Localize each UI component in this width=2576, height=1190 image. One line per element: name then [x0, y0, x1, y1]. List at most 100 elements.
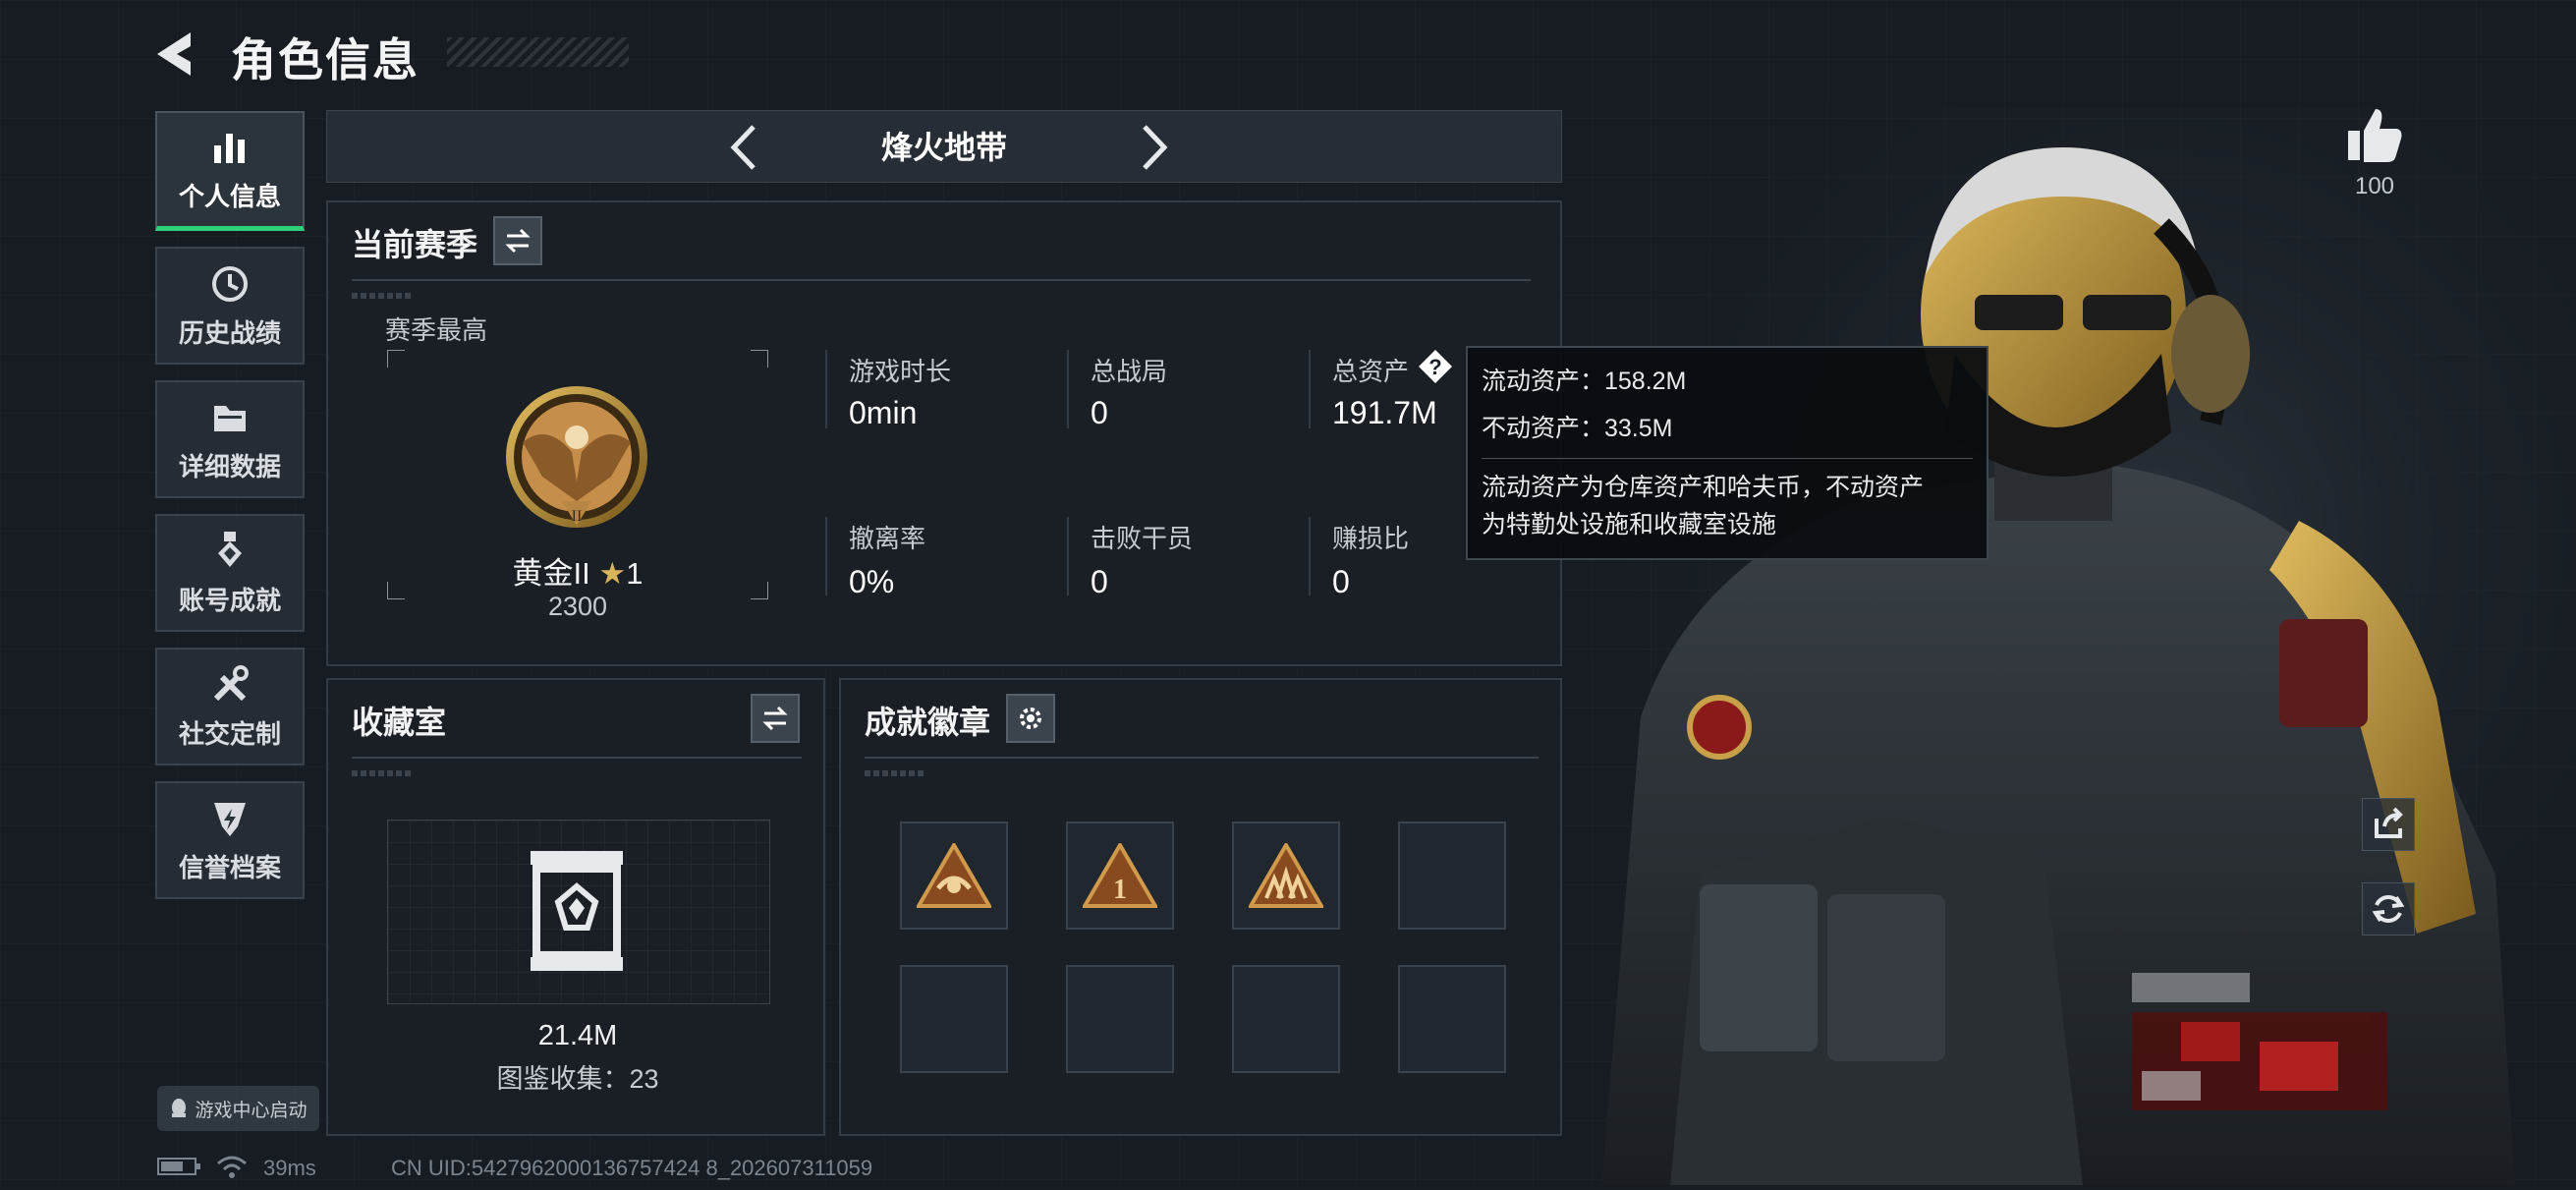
rank-name: 黄金II — [512, 556, 590, 591]
game-center-launch-label: 游戏中心启动 — [195, 1100, 308, 1121]
tools-icon — [213, 664, 249, 701]
divider — [352, 757, 802, 759]
help-button[interactable]: ? — [1417, 348, 1454, 385]
back-button[interactable] — [147, 25, 206, 84]
share-icon — [2375, 807, 2403, 838]
collection-title: 收藏室 — [352, 705, 447, 740]
sidebar-item-achievements[interactable]: 账号成就 — [155, 514, 305, 632]
svg-text:II: II — [572, 508, 583, 525]
share-button[interactable] — [2362, 798, 2415, 851]
asset-tooltip: 流动资产：158.2M 不动资产：33.5M 流动资产为仓库资产和哈夫币，不动资… — [1466, 346, 1988, 560]
stat-value: 0 — [1091, 395, 1108, 430]
display-case-icon — [523, 847, 631, 975]
sidebar-item-label: 信誉档案 — [178, 852, 281, 882]
refresh-button[interactable] — [2362, 882, 2415, 935]
current-season-panel: 当前赛季 赛季最高 II 黄金II ★1 2300 游戏时长 0min 总战局 … — [326, 200, 1562, 666]
back-arrow-icon — [157, 32, 191, 76]
badge-slot-empty[interactable] — [1066, 965, 1174, 1073]
stat-label: 撤离率 — [849, 524, 926, 553]
number-one-badge-icon: 1 — [1083, 843, 1157, 908]
page-title: 角色信息 — [231, 34, 420, 85]
svg-text:?: ? — [1428, 355, 1441, 379]
season-best-label: 赛季最高 — [385, 315, 488, 345]
sidebar-item-details[interactable]: 详细数据 — [155, 380, 305, 498]
decor-text — [865, 770, 924, 776]
tooltip-divider — [1482, 458, 1973, 459]
achievement-badges-panel: 成就徽章 1 — [839, 678, 1562, 1136]
stat-label: 击败干员 — [1091, 524, 1194, 553]
sidebar-item-label: 历史战绩 — [178, 317, 281, 348]
swap-icon — [505, 228, 531, 254]
sidebar-item-history[interactable]: 历史战绩 — [155, 247, 305, 365]
divider — [1309, 517, 1311, 595]
prev-mode-button[interactable] — [720, 121, 773, 174]
battery-icon — [157, 1156, 202, 1183]
stat-label: 游戏时长 — [849, 357, 952, 386]
sidebar-item-label: 个人信息 — [178, 182, 281, 211]
next-mode-button[interactable] — [1125, 121, 1178, 174]
switch-season-button[interactable] — [493, 216, 542, 265]
stat-value: 0% — [849, 564, 895, 599]
badge-slot[interactable] — [900, 822, 1008, 930]
like-count: 100 — [2354, 173, 2395, 199]
sidebar-item-social[interactable]: 社交定制 — [155, 648, 305, 765]
achievements-title: 成就徽章 — [865, 705, 991, 740]
season-title: 当前赛季 — [352, 227, 478, 262]
bar-chart-icon — [214, 134, 245, 163]
decor-text — [352, 293, 411, 299]
medal-icon — [218, 531, 242, 567]
stat-label: 总战局 — [1091, 357, 1168, 386]
decor-text — [352, 770, 411, 776]
stat-label: 赚损比 — [1332, 524, 1410, 553]
rank-info: 黄金II ★1 — [387, 548, 768, 593]
tooltip-description-line: 流动资产为仓库资产和哈夫币，不动资产 — [1482, 474, 1925, 501]
badge-settings-button[interactable] — [1006, 694, 1055, 743]
stat-value: 0 — [1332, 564, 1350, 599]
sidebar-item-reputation[interactable]: 信誉档案 — [155, 781, 305, 899]
character-portrait — [1533, 108, 2576, 1185]
history-icon — [212, 265, 248, 302]
badge-slot-empty[interactable] — [1398, 965, 1506, 1073]
sidebar-item-label: 社交定制 — [178, 718, 281, 749]
catalog-count: 图鉴收集：23 — [496, 1064, 659, 1094]
folder-icon — [214, 405, 246, 431]
swap-icon — [762, 706, 788, 731]
divider — [825, 517, 827, 595]
title-decoration — [447, 37, 629, 67]
wreath-badge-icon — [917, 843, 991, 908]
shield-bolt-icon — [214, 802, 246, 836]
svg-text:1: 1 — [1113, 875, 1127, 905]
like-button[interactable] — [2342, 103, 2407, 168]
badge-slot-empty[interactable] — [1232, 965, 1340, 1073]
divider — [1309, 350, 1311, 428]
badge-slot-empty[interactable] — [900, 965, 1008, 1073]
switch-collection-button[interactable] — [751, 694, 800, 743]
divider — [1067, 517, 1069, 595]
uid-text: CN UID:5427962000136757424 8_20260731105… — [391, 1156, 873, 1180]
question-icon: ? — [1419, 350, 1452, 383]
sidebar-item-personal-info[interactable]: 个人信息 — [155, 111, 305, 231]
stat-value: 191.7M — [1332, 395, 1437, 430]
squad-badge-icon — [1249, 843, 1323, 908]
sidebar-item-label: 详细数据 — [178, 451, 281, 482]
stat-value: 0min — [849, 395, 918, 430]
tooltip-description-line: 为特勤处设施和收藏室设施 — [1482, 511, 1777, 538]
thumbs-up-icon — [2348, 109, 2402, 162]
refresh-icon — [2372, 895, 2405, 923]
game-center-launch-button[interactable]: 游戏中心启动 — [157, 1086, 319, 1131]
badge-slot[interactable] — [1232, 822, 1340, 930]
mode-selector: 烽火地带 — [326, 110, 1562, 183]
stat-label: 总资产 — [1332, 357, 1410, 386]
collection-value: 21.4M — [537, 1020, 618, 1051]
badge-slot-empty[interactable] — [1398, 822, 1506, 930]
divider — [1067, 350, 1069, 428]
gold-rank-emblem-icon: II — [503, 383, 650, 540]
rank-score: 2300 — [547, 592, 608, 621]
divider — [865, 757, 1539, 759]
wifi-icon — [216, 1156, 248, 1185]
star-icon: ★ — [598, 556, 627, 591]
qq-penguin-icon — [172, 1099, 187, 1117]
badge-slot[interactable]: 1 — [1066, 822, 1174, 930]
divider — [825, 350, 827, 428]
tooltip-liquid-assets: 流动资产：158.2M — [1482, 368, 1687, 395]
